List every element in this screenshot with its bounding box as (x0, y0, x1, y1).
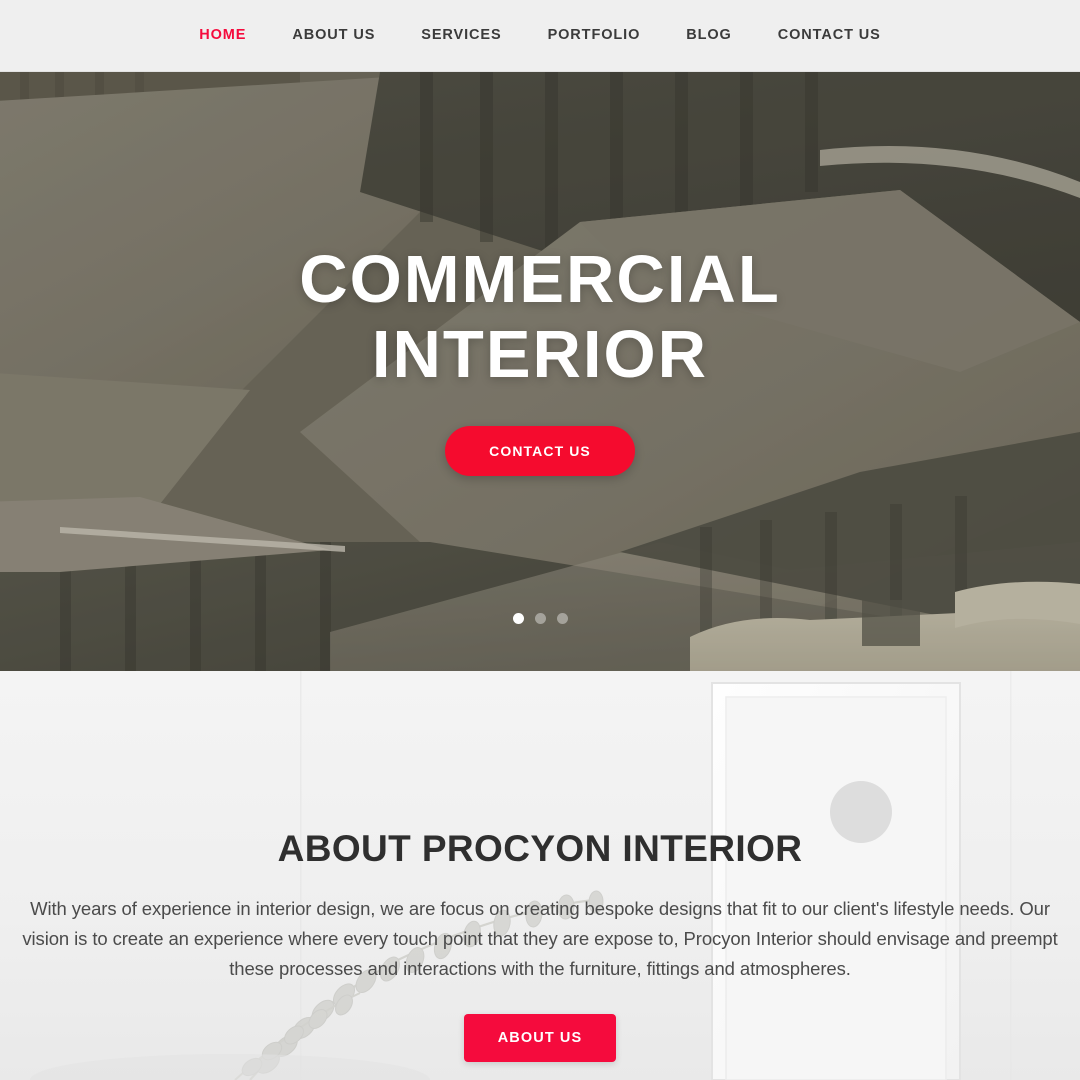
carousel-dot-3[interactable] (556, 613, 568, 624)
hero-slider: COMMERCIAL INTERIOR CONTACT US (0, 72, 1080, 671)
about-content: ABOUT PROCYON INTERIOR With years of exp… (0, 671, 1080, 1062)
nav-list: HOME ABOUT US SERVICES PORTFOLIO BLOG CO… (176, 28, 903, 43)
nav-item-services[interactable]: SERVICES (398, 28, 524, 43)
hero-content: COMMERCIAL INTERIOR CONTACT US (0, 72, 1080, 671)
nav-item-about-us[interactable]: ABOUT US (269, 28, 398, 43)
hero-title-line-1: COMMERCIAL (299, 242, 781, 317)
nav-item-contact-us[interactable]: CONTACT US (755, 28, 904, 43)
about-us-button[interactable]: ABOUT US (463, 1013, 617, 1062)
about-section: ABOUT PROCYON INTERIOR With years of exp… (0, 671, 1080, 1080)
hero-title-line-2: INTERIOR (371, 317, 709, 393)
about-title: ABOUT PROCYON INTERIOR (277, 828, 803, 869)
carousel-dots (0, 613, 1080, 624)
nav-item-blog[interactable]: BLOG (663, 28, 755, 43)
hero-contact-us-button[interactable]: CONTACT US (445, 426, 635, 477)
carousel-dot-1[interactable] (512, 613, 524, 624)
about-paragraph: With years of experience in interior des… (22, 897, 1058, 979)
hero-title: COMMERCIAL INTERIOR (299, 242, 781, 392)
nav-item-portfolio[interactable]: PORTFOLIO (525, 28, 664, 43)
nav-item-home[interactable]: HOME (176, 28, 269, 43)
main-navbar: HOME ABOUT US SERVICES PORTFOLIO BLOG CO… (0, 0, 1080, 72)
carousel-dot-2[interactable] (534, 613, 546, 624)
